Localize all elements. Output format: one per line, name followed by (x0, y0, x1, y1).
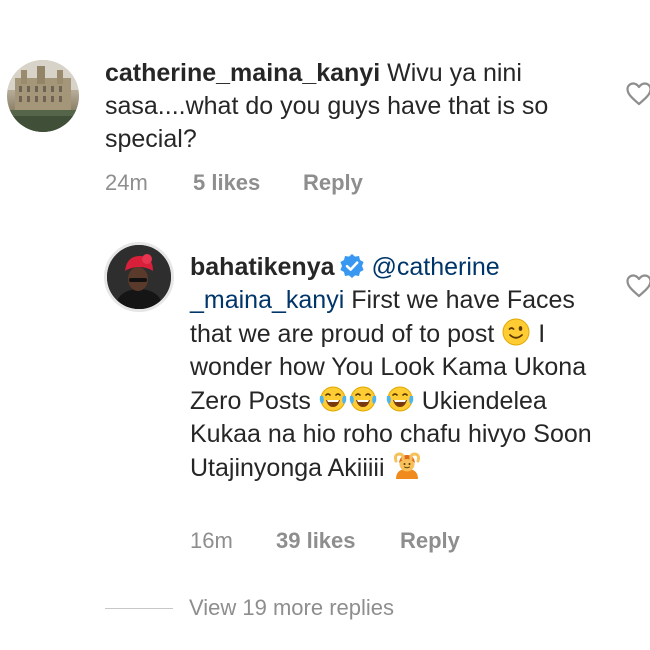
person-red-hat-photo (107, 245, 171, 309)
avatar[interactable] (104, 242, 174, 312)
tears-of-joy-icon (318, 384, 348, 414)
heart-icon (626, 82, 650, 106)
comment-body: bahatikenya @catherine _maina_kanyi Firs… (190, 251, 610, 485)
comment-username[interactable]: bahatikenya (190, 253, 335, 281)
verified-badge-icon (339, 253, 365, 279)
comment-meta: 24m 5 likes Reply (105, 170, 363, 196)
tears-of-joy-icon (348, 384, 378, 414)
heart-icon (626, 274, 650, 298)
comment-meta: 16m 39 likes Reply (190, 528, 460, 554)
comment-body: catherine_maina_kanyi Wivu ya nini sasa.… (105, 57, 610, 156)
view-more-replies-button[interactable]: View 19 more replies (105, 595, 394, 621)
comment-time: 24m (105, 170, 148, 195)
reply-button[interactable]: Reply (400, 528, 460, 554)
tears-of-joy-icon (385, 384, 415, 414)
avatar[interactable] (7, 60, 79, 132)
reply-button[interactable]: Reply (303, 170, 363, 196)
comment-username[interactable]: catherine_maina_kanyi (105, 59, 380, 87)
view-more-replies-label: View 19 more replies (189, 595, 395, 620)
comment-likes[interactable]: 5 likes (193, 170, 303, 196)
building-photo (7, 60, 79, 132)
comment-time: 16m (190, 528, 233, 553)
winking-face-icon (501, 317, 531, 347)
comment-likes[interactable]: 39 likes (276, 528, 400, 554)
woman-gesturing-ok-icon (392, 451, 422, 481)
like-heart-icon[interactable] (626, 274, 650, 298)
like-heart-icon[interactable] (626, 82, 650, 106)
divider-line (105, 607, 173, 609)
